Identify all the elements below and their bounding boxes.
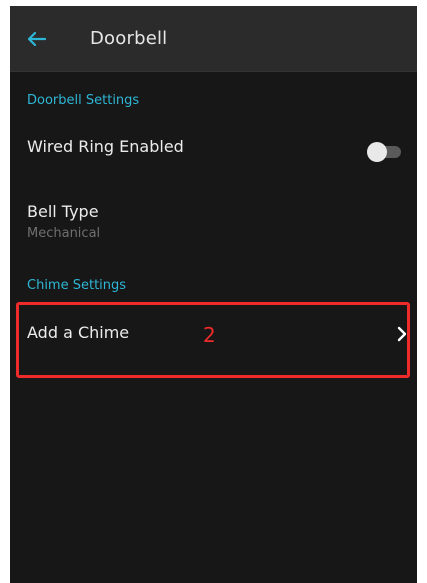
toggle-thumb: [367, 142, 387, 162]
bell-type-value: Mechanical: [27, 226, 101, 241]
wired-ring-row[interactable]: Wired Ring Enabled: [10, 120, 417, 174]
wired-ring-label: Wired Ring Enabled: [27, 137, 184, 156]
arrow-left-icon: [27, 31, 46, 47]
section-header-doorbell-settings: Doorbell Settings: [27, 93, 140, 108]
back-button[interactable]: [22, 25, 50, 53]
bell-type-label: Bell Type: [27, 202, 99, 221]
section-header-chime-settings: Chime Settings: [27, 278, 127, 293]
wired-ring-toggle[interactable]: [367, 142, 403, 162]
page-title: Doorbell: [90, 28, 168, 49]
phone-screen: Doorbell Doorbell Settings Wired Ring En…: [10, 6, 417, 583]
app-bar: Doorbell: [10, 6, 417, 72]
bell-type-row[interactable]: Bell Type Mechanical: [10, 192, 417, 256]
annotation-number: 2: [203, 323, 216, 347]
